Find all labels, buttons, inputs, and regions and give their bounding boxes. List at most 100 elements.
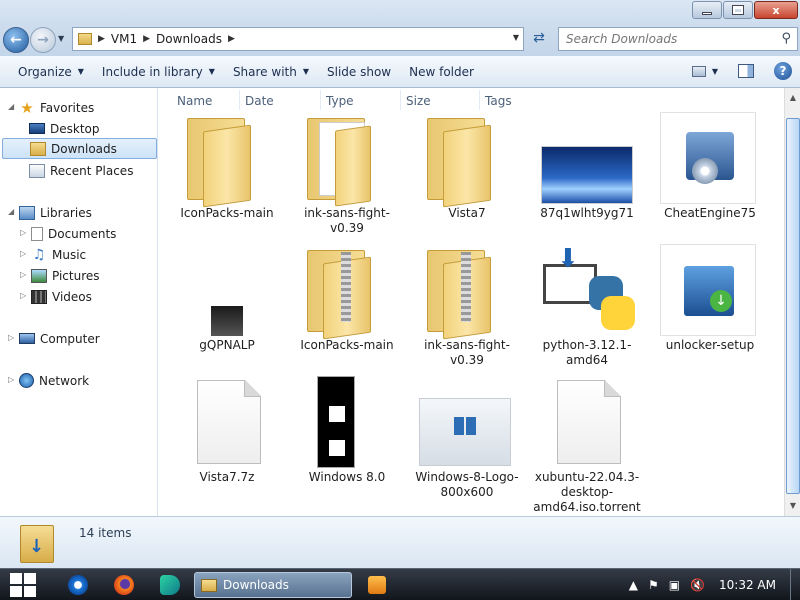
share-with-button[interactable]: Share with ▼ (224, 65, 318, 79)
show-hidden-icons-icon[interactable]: ▲ (629, 578, 638, 592)
file-item-windows-8-logo[interactable]: Windows-8-Logo-800x600 (413, 376, 521, 500)
scrollbar-thumb[interactable] (786, 118, 800, 494)
file-item-ink-sans-fight-zip[interactable]: ink-sans-fight-v0.39 (413, 244, 521, 368)
nav-downloads[interactable]: Downloads (2, 138, 157, 159)
gamemaker-icon[interactable] (160, 575, 180, 595)
nav-music[interactable]: ♫ Music (31, 244, 86, 265)
nav-libraries[interactable]: Libraries (19, 202, 92, 223)
organize-button[interactable]: Organize ▼ (0, 65, 93, 79)
start-button[interactable] (10, 573, 36, 597)
chevron-right-icon[interactable]: ▶ (98, 34, 105, 44)
column-header-size[interactable]: Size (406, 94, 431, 108)
nav-computer-label: Computer (40, 331, 100, 346)
file-item-unlocker-setup[interactable]: ↓ unlocker-setup (656, 244, 764, 353)
column-header-type[interactable]: Type (326, 94, 354, 108)
collapse-arrow-icon[interactable]: ◢ (8, 207, 14, 216)
slide-show-button[interactable]: Slide show (318, 65, 400, 79)
breadcrumb-vm1[interactable]: VM1 (111, 32, 137, 46)
file-item-ink-sans-fight-folder[interactable]: ink-sans-fight-v0.39 (293, 112, 401, 236)
nav-desktop[interactable]: Desktop (29, 118, 100, 139)
back-button[interactable]: ← (3, 27, 29, 53)
nav-computer[interactable]: Computer (19, 328, 100, 349)
file-name: xubuntu-22.04.3-desktop-amd64.iso.torren… (533, 470, 641, 514)
help-icon[interactable]: ? (774, 62, 792, 80)
windows-logo-icon (10, 586, 22, 597)
search-box[interactable]: ⚲ (558, 27, 798, 51)
column-headers: Name Date Type Size Tags (159, 88, 784, 112)
clock[interactable]: 10:32 AM (719, 578, 776, 592)
vertical-scrollbar[interactable]: ▲ ▼ (784, 88, 800, 516)
nav-videos-label: Videos (52, 289, 92, 304)
network-status-icon[interactable]: ▣ (669, 578, 680, 592)
file-name: 87q1wlht9yg71 (540, 206, 634, 220)
expand-arrow-icon[interactable]: ▷ (8, 333, 14, 342)
address-history-dropdown[interactable]: ▼ (513, 33, 519, 42)
file-list: Name Date Type Size Tags IconPacks-main … (159, 88, 784, 516)
nav-pictures[interactable]: Pictures (31, 265, 100, 286)
action-center-flag-icon[interactable]: ⚑ (648, 578, 659, 592)
column-header-tags[interactable]: Tags (485, 94, 512, 108)
recent-pages-dropdown[interactable]: ▼ (58, 34, 64, 43)
media-player-icon[interactable] (368, 576, 386, 594)
system-tray: ▲ ⚑ ▣ 🔇 10:32 AM (629, 569, 800, 600)
file-name: Windows-8-Logo-800x600 (415, 470, 519, 499)
expand-arrow-icon[interactable]: ▷ (20, 249, 26, 258)
column-divider[interactable] (479, 90, 480, 110)
collapse-arrow-icon[interactable]: ◢ (8, 102, 14, 111)
scroll-down-arrow-icon[interactable]: ▼ (786, 498, 800, 514)
nav-favorites[interactable]: ★ Favorites (19, 97, 94, 118)
file-item-iconpacks-main-zip[interactable]: IconPacks-main (293, 244, 401, 353)
scroll-up-arrow-icon[interactable]: ▲ (786, 90, 800, 106)
expand-arrow-icon[interactable]: ▷ (8, 375, 14, 384)
nav-documents[interactable]: Documents (31, 223, 116, 244)
file-item-vista7-7z[interactable]: Vista7.7z (173, 376, 281, 485)
internet-explorer-icon[interactable] (68, 575, 88, 595)
file-item-xubuntu-torrent[interactable]: xubuntu-22.04.3-desktop-amd64.iso.torren… (533, 376, 641, 515)
close-button[interactable]: x (754, 1, 798, 19)
nav-videos[interactable]: Videos (31, 286, 92, 307)
file-item-iconpacks-main-folder[interactable]: IconPacks-main (173, 112, 281, 221)
new-folder-button[interactable]: New folder (400, 65, 483, 79)
view-options-dropdown[interactable]: ▼ (712, 67, 718, 76)
nav-documents-label: Documents (48, 226, 117, 241)
column-divider[interactable] (239, 90, 240, 110)
file-name: CheatEngine75 (664, 206, 756, 220)
breadcrumb-downloads[interactable]: Downloads (156, 32, 222, 46)
file-item-gqpnalp[interactable]: gQPNALP (173, 244, 281, 353)
expand-arrow-icon[interactable]: ▷ (20, 228, 26, 237)
file-item-python-installer[interactable]: ⬇ python-3.12.1-amd64 (533, 244, 641, 368)
refresh-button[interactable]: ⇄ (528, 30, 550, 48)
file-item-windows-8-0[interactable]: Windows 8.0 (293, 376, 401, 485)
chevron-right-icon[interactable]: ▶ (228, 34, 235, 44)
column-divider[interactable] (320, 90, 321, 110)
computer-icon (19, 333, 35, 344)
forward-button[interactable]: → (30, 27, 56, 53)
file-item-cheatengine75[interactable]: CheatEngine75 (656, 112, 764, 221)
file-name: Windows 8.0 (308, 470, 386, 484)
chevron-right-icon[interactable]: ▶ (143, 34, 150, 44)
firefox-icon[interactable] (114, 575, 134, 595)
column-header-name[interactable]: Name (177, 94, 212, 108)
column-header-date[interactable]: Date (245, 94, 274, 108)
change-view-icon[interactable] (691, 65, 706, 77)
volume-muted-icon[interactable]: 🔇 (690, 578, 705, 592)
minimize-button[interactable] (692, 1, 722, 19)
search-input[interactable] (559, 28, 759, 50)
file-item-vista7-folder[interactable]: Vista7 (413, 112, 521, 221)
expand-arrow-icon[interactable]: ▷ (20, 270, 26, 279)
nav-recent-places[interactable]: Recent Places (29, 160, 133, 181)
search-icon[interactable]: ⚲ (781, 31, 791, 46)
expand-arrow-icon[interactable]: ▷ (20, 291, 26, 300)
python-installer-icon: ⬇ (537, 244, 637, 336)
preview-pane-icon[interactable] (738, 64, 754, 78)
nav-favorites-label: Favorites (40, 100, 95, 115)
nav-network[interactable]: Network (19, 370, 89, 391)
column-divider[interactable] (400, 90, 401, 110)
maximize-button[interactable] (723, 1, 753, 19)
address-bar[interactable]: ▶ VM1 ▶ Downloads ▶ ▼ (72, 27, 524, 51)
taskbar-downloads-window[interactable]: Downloads (194, 572, 352, 598)
title-bar[interactable]: x (0, 0, 800, 22)
show-desktop-button[interactable] (790, 569, 800, 600)
file-item-87q1wlht9yg71[interactable]: 87q1wlht9yg71 (533, 112, 641, 221)
include-in-library-button[interactable]: Include in library ▼ (93, 65, 224, 79)
